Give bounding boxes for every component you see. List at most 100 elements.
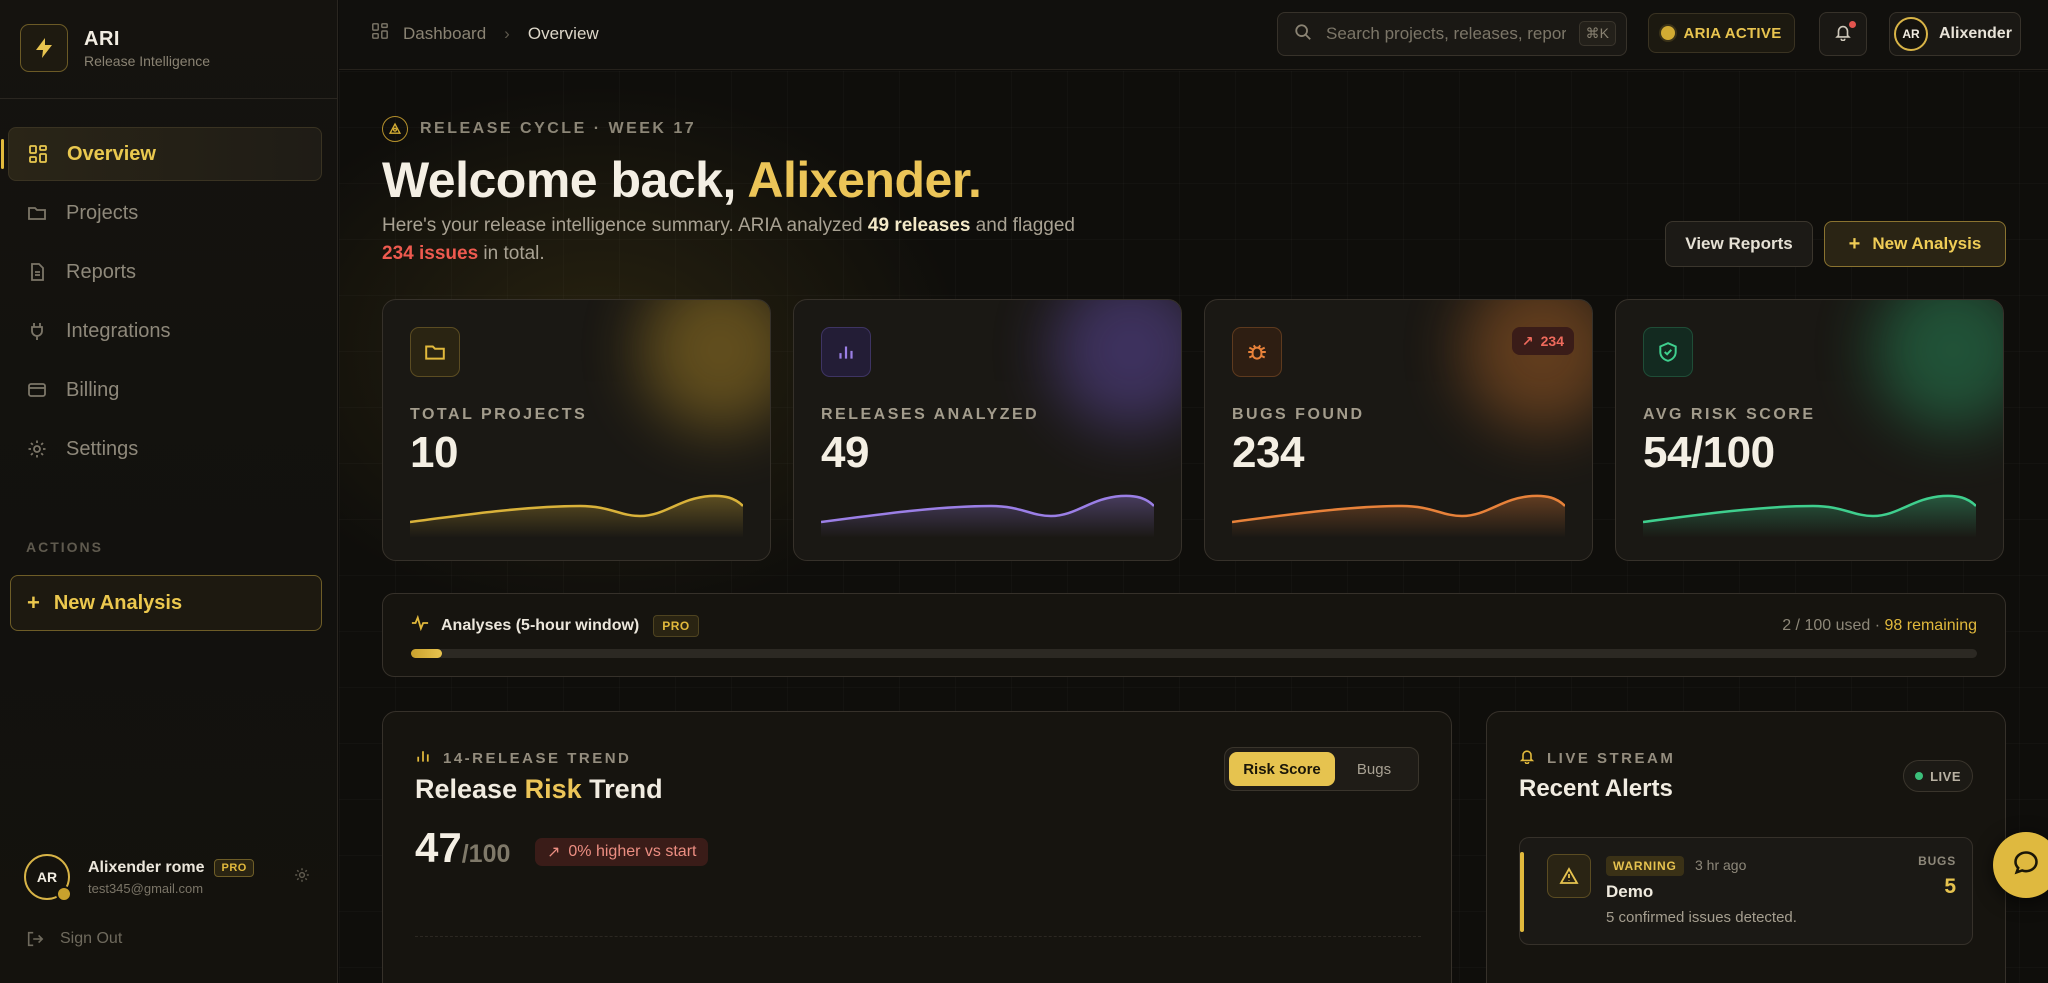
trend-change-text: 0% higher vs start	[568, 843, 697, 860]
sign-out-link[interactable]: Sign Out	[26, 930, 122, 948]
main-content: RELEASE CYCLE · WEEK 17 Welcome back, Al…	[339, 71, 2048, 983]
aria-status-label: ARIA ACTIVE	[1683, 24, 1782, 42]
brand[interactable]: ARI Release Intelligence	[20, 23, 210, 73]
user-menu-name: Alixender	[1939, 25, 2012, 42]
folder-icon	[410, 327, 460, 377]
sidebar-item-reports[interactable]: Reports	[8, 245, 322, 299]
stats-row: TOTAL PROJECTS 10 RELEASES ANALYZED 49 ↗…	[382, 299, 2006, 561]
page-title: Welcome back, Alixender.	[382, 151, 982, 209]
trend-value: 47	[415, 824, 462, 871]
release-risk-trend-card: 14-RELEASE TREND Release Risk Trend 47/1…	[382, 711, 1452, 983]
plus-icon: +	[1848, 232, 1861, 255]
lightning-logo-icon	[20, 24, 68, 72]
bugs-delta-value: 234	[1540, 333, 1564, 349]
live-label: LIVE	[1930, 768, 1961, 784]
chevron-right-icon: ›	[504, 23, 510, 43]
activity-icon	[411, 614, 429, 637]
stat-card-releases-analyzed[interactable]: RELEASES ANALYZED 49	[793, 299, 1182, 561]
toggle-risk-score[interactable]: Risk Score	[1229, 752, 1335, 786]
alert-name: Demo	[1606, 882, 1654, 901]
sidebar-new-analysis-button[interactable]: + New Analysis	[10, 575, 322, 631]
release-cycle-label: RELEASE CYCLE · WEEK 17	[420, 120, 697, 137]
stat-card-bugs-found[interactable]: ↗ 234 BUGS FOUND 234	[1204, 299, 1593, 561]
notification-dot	[1849, 21, 1856, 28]
stat-value: 54/100	[1643, 428, 1775, 477]
sidebar-user-card[interactable]: AR Alixender rome PRO test345@gmail.com	[24, 851, 314, 903]
analyses-usage-card: Analyses (5-hour window) PRO 2 / 100 use…	[382, 593, 2006, 677]
severity-badge: WARNING	[1606, 856, 1684, 876]
usage-remaining: 98 remaining	[1884, 617, 1978, 634]
usage-used: 2 / 100 used ·	[1782, 617, 1885, 634]
aria-status-pill[interactable]: ARIA ACTIVE	[1648, 13, 1795, 53]
view-reports-button[interactable]: View Reports	[1665, 221, 1813, 267]
sidebar-item-settings[interactable]: Settings	[8, 422, 322, 476]
search-shortcut: ⌘K	[1578, 21, 1616, 46]
user-settings-gear-icon[interactable]	[294, 867, 314, 887]
alert-item[interactable]: WARNING 3 hr ago Demo 5 confirmed issues…	[1519, 837, 1973, 945]
alerts-eyebrow: LIVE STREAM	[1519, 748, 1675, 768]
search-icon	[1294, 23, 1312, 46]
stat-card-avg-risk-score[interactable]: AVG RISK SCORE 54/100	[1615, 299, 2004, 561]
trend-current-value: 47/100	[415, 824, 510, 872]
stat-label: RELEASES ANALYZED	[821, 406, 1040, 423]
trend-eyebrow: 14-RELEASE TREND	[415, 748, 631, 768]
avatar-initials: AR	[36, 869, 58, 885]
breadcrumb-dashboard[interactable]: Dashboard	[403, 24, 486, 44]
plan-badge: PRO	[653, 614, 699, 637]
sidebar-item-integrations[interactable]: Integrations	[8, 304, 322, 358]
trend-title-part: Trend	[581, 774, 663, 804]
card-icon	[26, 379, 48, 401]
trend-title: Release Risk Trend	[415, 774, 663, 805]
sidebar-item-label: Overview	[67, 142, 156, 165]
sidebar-item-label: Reports	[66, 260, 137, 283]
sidebar-divider	[0, 98, 338, 99]
stat-value: 10	[410, 428, 458, 477]
stat-label: TOTAL PROJECTS	[410, 406, 588, 423]
new-analysis-button[interactable]: + New Analysis	[1824, 221, 2006, 267]
usage-title-text: Analyses (5-hour window)	[441, 616, 640, 634]
summary-issues: 234 issues	[382, 243, 479, 264]
trend-metric-toggle: Risk Score Bugs	[1224, 747, 1419, 791]
card-glow	[1873, 300, 2003, 430]
alert-severity-bar	[1520, 852, 1524, 932]
toggle-bugs[interactable]: Bugs	[1335, 752, 1413, 786]
alert-bugs-label: BUGS	[1918, 854, 1956, 868]
avatar: AR	[1894, 17, 1928, 51]
cycle-icon	[382, 116, 408, 142]
plug-icon	[26, 320, 48, 342]
bell-icon	[1519, 748, 1535, 768]
bar-chart-icon	[821, 327, 871, 377]
summary-releases: 49 releases	[867, 215, 971, 236]
user-menu-button[interactable]: AR Alixender	[1889, 12, 2021, 56]
usage-title: Analyses (5-hour window) PRO	[411, 614, 699, 637]
sidebar-item-billing[interactable]: Billing	[8, 363, 322, 417]
sparkline	[410, 494, 743, 538]
stat-value: 234	[1232, 428, 1304, 477]
new-analysis-label: New Analysis	[1872, 234, 1982, 253]
sparkline	[821, 494, 1154, 538]
welcome-name: Alixender.	[747, 152, 982, 208]
summary-part: in total.	[478, 243, 545, 264]
card-glow	[1051, 300, 1181, 430]
actions-heading: ACTIONS	[26, 539, 103, 555]
release-cycle-eyebrow: RELEASE CYCLE · WEEK 17	[382, 116, 696, 142]
sign-out-icon	[26, 930, 44, 948]
search-input[interactable]	[1326, 24, 1566, 44]
notifications-button[interactable]	[1819, 12, 1867, 56]
summary-part: Here's your release intelligence summary…	[382, 215, 868, 236]
avatar: AR	[24, 854, 72, 902]
alert-bugs-value: 5	[1944, 875, 1956, 898]
chat-bubble-icon	[2012, 849, 2040, 882]
summary-part: and flagged	[970, 215, 1075, 236]
sidebar-item-label: Settings	[66, 437, 139, 460]
trend-title-accent: Risk	[524, 774, 582, 804]
alert-description: 5 confirmed issues detected.	[1606, 909, 1797, 926]
card-glow	[640, 300, 770, 430]
bugs-delta-badge: ↗ 234	[1511, 327, 1574, 355]
sidebar-item-projects[interactable]: Projects	[8, 186, 322, 240]
alerts-eyebrow-text: LIVE STREAM	[1547, 749, 1676, 767]
search-box[interactable]: ⌘K	[1277, 12, 1627, 56]
stat-card-total-projects[interactable]: TOTAL PROJECTS 10	[382, 299, 771, 561]
summary-text: Here's your release intelligence summary…	[382, 212, 1102, 268]
sidebar-item-overview[interactable]: Overview	[1, 127, 322, 181]
